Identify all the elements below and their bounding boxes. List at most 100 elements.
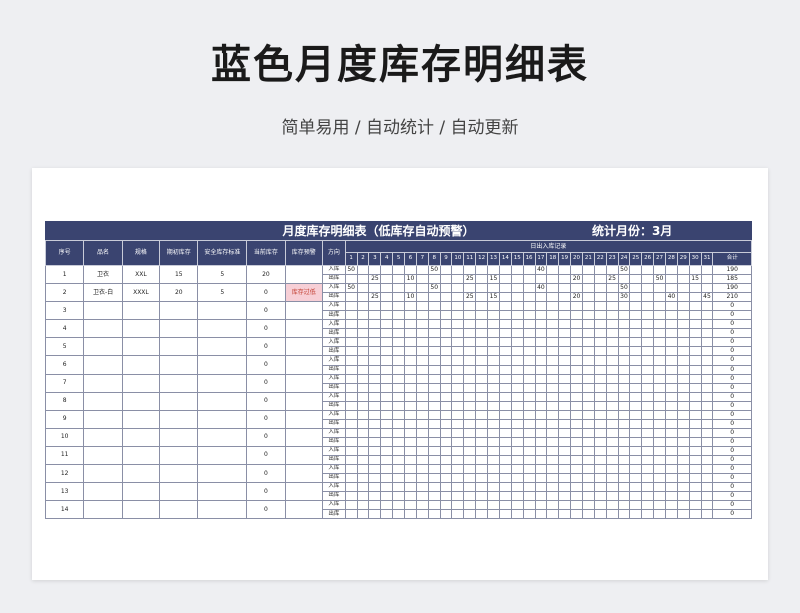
day-cell[interactable] [700, 464, 714, 475]
day-cell[interactable] [380, 473, 394, 484]
day-cell[interactable] [463, 509, 477, 520]
day-cell[interactable] [356, 355, 370, 366]
day-cell[interactable] [641, 454, 655, 466]
day-cell[interactable] [641, 473, 655, 484]
seq-cell[interactable]: 5 [44, 337, 85, 357]
day-cell[interactable] [380, 373, 394, 384]
day-cell[interactable] [380, 301, 394, 312]
day-cell[interactable] [605, 400, 619, 411]
day-cell[interactable] [700, 418, 714, 429]
day-cell[interactable] [581, 418, 595, 429]
day-cell[interactable] [356, 509, 370, 520]
day-cell[interactable] [700, 373, 714, 384]
day-cell[interactable] [522, 373, 536, 384]
day-cell[interactable] [344, 509, 358, 520]
opening-cell[interactable] [159, 409, 199, 429]
day-cell[interactable] [522, 445, 536, 456]
day-cell[interactable] [451, 464, 465, 475]
current-stock-cell[interactable]: 0 [246, 301, 286, 321]
safety-cell[interactable] [197, 373, 248, 393]
day-cell[interactable] [629, 427, 643, 438]
day-cell[interactable] [522, 310, 536, 321]
day-cell[interactable] [344, 409, 358, 420]
day-cell[interactable] [534, 337, 548, 348]
day-cell[interactable] [700, 301, 714, 312]
day-cell[interactable] [380, 427, 394, 438]
day-cell[interactable] [368, 391, 382, 402]
safety-cell[interactable]: 5 [197, 283, 248, 303]
day-cell[interactable] [534, 482, 548, 493]
seq-cell[interactable]: 13 [44, 482, 85, 502]
safety-cell[interactable] [197, 301, 248, 321]
day-cell[interactable] [593, 418, 607, 429]
day-cell[interactable] [356, 328, 370, 339]
day-cell[interactable] [415, 427, 429, 438]
day-cell[interactable] [522, 500, 536, 511]
day-cell[interactable] [664, 328, 678, 339]
safety-cell[interactable] [197, 500, 248, 520]
name-cell[interactable] [83, 500, 123, 520]
alert-cell[interactable] [284, 391, 323, 411]
name-cell[interactable] [83, 319, 123, 339]
day-cell[interactable] [581, 301, 595, 312]
day-cell[interactable] [368, 427, 382, 438]
day-cell[interactable] [380, 382, 394, 393]
day-cell[interactable] [534, 301, 548, 312]
day-cell[interactable] [676, 445, 690, 456]
day-cell[interactable] [653, 373, 666, 384]
day-cell[interactable] [688, 337, 702, 348]
day-cell[interactable] [463, 500, 477, 511]
name-cell[interactable]: 卫衣-白 [83, 283, 123, 303]
day-cell[interactable] [498, 264, 512, 276]
day-cell[interactable] [558, 500, 572, 511]
current-stock-cell[interactable]: 0 [246, 445, 286, 466]
day-cell[interactable] [641, 310, 655, 321]
day-cell[interactable] [380, 445, 394, 456]
day-cell[interactable] [487, 491, 500, 502]
seq-cell[interactable]: 7 [44, 373, 85, 393]
day-cell[interactable] [451, 427, 465, 438]
day-cell[interactable] [380, 409, 394, 420]
day-cell[interactable] [558, 409, 572, 420]
day-cell[interactable] [617, 337, 631, 348]
day-cell[interactable] [593, 409, 607, 420]
day-cell[interactable] [629, 418, 643, 429]
day-cell[interactable] [475, 464, 489, 475]
day-cell[interactable] [439, 454, 453, 466]
day-cell[interactable] [344, 445, 358, 456]
day-cell[interactable] [581, 355, 595, 366]
day-cell[interactable] [688, 454, 702, 466]
day-cell[interactable] [380, 310, 394, 321]
day-cell[interactable] [534, 355, 548, 366]
day-cell[interactable] [688, 482, 702, 493]
day-cell[interactable] [415, 328, 429, 339]
day-cell[interactable] [510, 310, 524, 321]
current-stock-cell[interactable]: 0 [246, 283, 286, 303]
day-cell[interactable] [688, 391, 702, 402]
day-cell[interactable] [617, 301, 631, 312]
out-total-cell[interactable]: 185 [712, 274, 752, 285]
day-cell[interactable] [415, 274, 429, 285]
day-cell[interactable] [534, 328, 548, 339]
day-cell[interactable] [404, 464, 417, 475]
day-cell[interactable] [641, 500, 655, 511]
day-cell[interactable] [380, 418, 394, 429]
day-cell[interactable] [546, 509, 560, 520]
day-cell[interactable] [653, 473, 666, 484]
day-cell[interactable] [344, 400, 358, 411]
day-cell[interactable] [581, 500, 595, 511]
day-cell[interactable] [427, 382, 441, 393]
day-cell[interactable] [498, 473, 512, 484]
day-cell[interactable]: 25 [368, 292, 382, 303]
day-cell[interactable] [498, 482, 512, 493]
day-cell[interactable] [404, 482, 417, 493]
day-cell[interactable] [534, 391, 548, 402]
day-cell[interactable] [570, 400, 583, 411]
day-cell[interactable] [451, 337, 465, 348]
alert-cell[interactable] [284, 445, 323, 466]
safety-cell[interactable] [197, 427, 248, 447]
name-cell[interactable] [83, 427, 123, 447]
day-cell[interactable] [498, 382, 512, 393]
day-cell[interactable] [427, 319, 441, 330]
day-cell[interactable] [629, 310, 643, 321]
